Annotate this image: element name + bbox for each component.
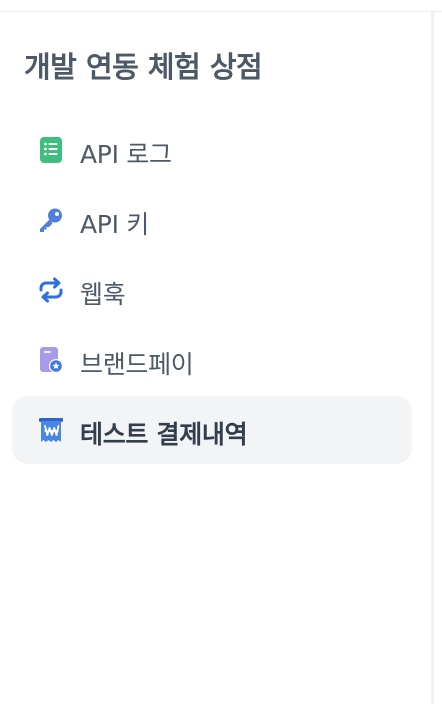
refresh-arrows-icon	[39, 277, 63, 303]
sidebar-item-label: 브랜드페이	[80, 350, 194, 379]
sidebar: 개발 연동 체험 상점 API 로그 API 키 웹훅 브랜드페이 테스트 결제…	[0, 12, 431, 704]
sidebar-item-label: 웹훅	[80, 280, 126, 309]
brand-card-icon	[40, 347, 63, 373]
sidebar-item-webhook[interactable]: 웹훅	[12, 256, 412, 324]
sidebar-item-label: 테스트 결제내역	[80, 420, 248, 449]
key-icon	[40, 208, 62, 232]
sidebar-item-test-payments[interactable]: 테스트 결제내역	[12, 396, 412, 464]
sidebar-item-brandpay[interactable]: 브랜드페이	[12, 326, 412, 394]
sidebar-border	[431, 12, 434, 704]
sidebar-item-label: API 로그	[80, 140, 172, 169]
app-frame: 개발 연동 체험 상점 API 로그 API 키 웹훅 브랜드페이 테스트 결제…	[0, 0, 442, 704]
sidebar-item-api-key[interactable]: API 키	[12, 186, 412, 254]
sidebar-menu: API 로그 API 키 웹훅 브랜드페이 테스트 결제내역	[12, 116, 412, 466]
sidebar-item-label: API 키	[80, 210, 149, 239]
log-document-icon	[40, 137, 62, 163]
won-receipt-icon	[39, 418, 63, 442]
sidebar-title: 개발 연동 체험 상점	[24, 50, 263, 84]
sidebar-item-api-log[interactable]: API 로그	[12, 116, 412, 184]
